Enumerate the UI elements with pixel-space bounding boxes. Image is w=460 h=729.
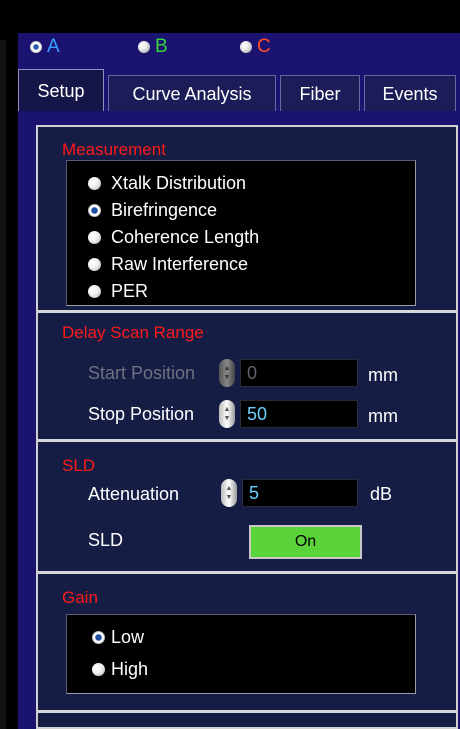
radio-unselected-icon <box>88 231 101 244</box>
divider <box>38 571 456 574</box>
option-label: PER <box>111 281 149 301</box>
radio-unselected-icon <box>138 41 150 53</box>
gain-title: Gain <box>62 588 98 607</box>
radio-unselected-icon <box>88 285 101 298</box>
channel-a-radio[interactable]: A <box>30 36 60 58</box>
radio-selected-icon <box>92 631 105 644</box>
divider <box>38 710 456 713</box>
tab-label: Setup <box>37 81 85 101</box>
tab-events[interactable]: Events <box>364 75 456 113</box>
radio-selected-icon <box>88 204 101 217</box>
attenuation-input[interactable]: 5 <box>242 479 358 507</box>
window-edge <box>0 40 6 729</box>
option-coherence-length[interactable]: Coherence Length <box>88 227 259 248</box>
radio-unselected-icon <box>240 41 252 53</box>
attenuation-unit-label: dB <box>370 484 393 504</box>
sld-title: SLD <box>62 456 96 475</box>
sld-toggle-label: On <box>294 533 317 550</box>
radio-unselected-icon <box>88 177 101 190</box>
stop-position-spinner[interactable]: ▲ ▼ <box>219 400 235 428</box>
divider <box>38 439 456 442</box>
tab-curve-analysis[interactable]: Curve Analysis <box>108 75 276 113</box>
sld-toggle-button[interactable]: On <box>249 525 362 559</box>
tab-label: Curve Analysis <box>132 84 252 104</box>
option-birefringence[interactable]: Birefringence <box>88 200 217 221</box>
start-unit-label: mm <box>368 365 398 385</box>
divider <box>38 310 456 313</box>
tab-label: Fiber <box>299 84 341 104</box>
radio-unselected-icon <box>92 663 105 676</box>
gain-option-high[interactable]: High <box>92 659 148 680</box>
option-raw-interference[interactable]: Raw Interference <box>88 254 248 275</box>
channel-b-radio[interactable]: B <box>138 36 168 58</box>
gain-options-box <box>66 614 416 694</box>
radio-unselected-icon <box>88 258 101 271</box>
attenuation-label: Attenuation <box>88 484 180 504</box>
option-label: Xtalk Distribution <box>111 173 247 193</box>
delay-scan-title: Delay Scan Range <box>62 323 204 342</box>
option-per[interactable]: PER <box>88 281 148 302</box>
radio-selected-icon <box>30 41 42 53</box>
channel-b-label: B <box>155 36 168 57</box>
measurement-title: Measurement <box>62 140 166 159</box>
start-position-spinner: ▲ ▼ <box>219 359 235 387</box>
attenuation-spinner[interactable]: ▲ ▼ <box>221 479 237 507</box>
channel-a-label: A <box>47 36 60 57</box>
option-label: High <box>111 659 149 679</box>
gain-option-low[interactable]: Low <box>92 627 144 648</box>
channel-c-radio[interactable]: C <box>240 36 271 58</box>
tab-label: Events <box>382 84 438 104</box>
sld-label: SLD <box>88 530 124 550</box>
channel-c-label: C <box>257 36 271 57</box>
stop-position-label: Stop Position <box>88 404 195 424</box>
tab-fiber[interactable]: Fiber <box>280 75 360 113</box>
option-label: Raw Interference <box>111 254 249 274</box>
option-xtalk-distribution[interactable]: Xtalk Distribution <box>88 173 246 194</box>
option-label: Low <box>111 627 145 647</box>
stop-position-input[interactable]: 50 <box>240 400 358 428</box>
channel-selector <box>18 33 460 63</box>
stop-unit-label: mm <box>368 406 398 426</box>
tab-setup[interactable]: Setup <box>18 69 104 113</box>
start-position-label: Start Position <box>88 363 196 383</box>
option-label: Coherence Length <box>111 227 260 247</box>
option-label: Birefringence <box>111 200 218 220</box>
start-position-input: 0 <box>240 359 358 387</box>
